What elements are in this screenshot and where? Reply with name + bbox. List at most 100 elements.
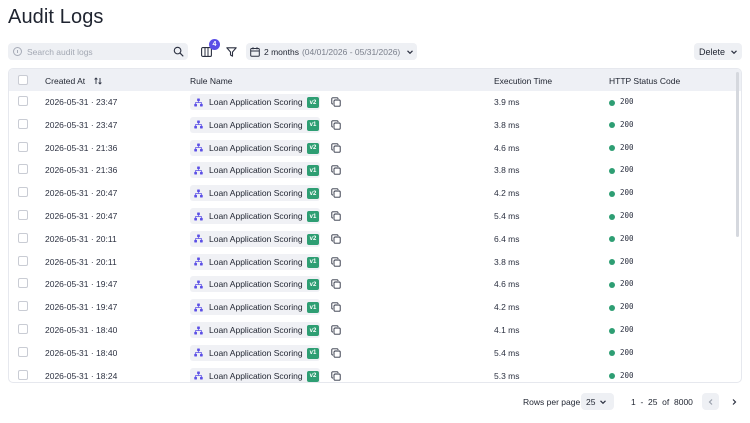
flow-icon [194,257,203,266]
delete-label: Delete [699,46,726,57]
copy-icon[interactable] [331,97,341,107]
filter-icon [225,46,237,57]
execution-time-cell: 5.4 ms [494,211,520,221]
rule-name-chip[interactable]: Loan Application Scoring [190,162,320,179]
previous-page-button[interactable] [702,393,719,410]
rule-name-chip[interactable]: Loan Application Scoring [190,230,320,247]
header-http-status[interactable]: HTTP Status Code [609,76,680,86]
rule-name-chip[interactable]: Loan Application Scoring [190,139,320,156]
flow-icon [194,303,203,312]
rule-name-chip[interactable]: Loan Application Scoring [190,299,320,316]
copy-icon[interactable] [331,211,341,221]
execution-time-cell: 4.2 ms [494,302,520,313]
rule-name-chip[interactable]: Loan Application Scoring [190,253,320,270]
version-badge: v1 [307,347,319,359]
rule-name-chip[interactable]: Loan Application Scoring [190,185,320,202]
flow-icon [194,211,203,221]
sort-icon[interactable] [93,77,102,85]
row-checkbox[interactable] [18,232,28,243]
execution-time-cell: 4.2 ms [494,188,520,199]
date-range-label: 2 months [264,46,299,57]
delete-button[interactable]: Delete [694,43,742,60]
flow-icon [194,348,203,357]
pagination: Rows per page 25 1 - 25 of 8000 [0,393,750,410]
header-execution-time[interactable]: Execution Time [494,76,552,86]
row-checkbox[interactable] [18,346,28,357]
row-checkbox[interactable] [18,278,28,289]
status-code-cell: 200 [620,233,634,243]
next-page-button[interactable] [725,393,742,410]
rule-name: Loan Application Scoring [209,279,303,290]
status-code-cell: 200 [620,142,634,152]
created-at-cell: 2026-05-31 · 20:11 [45,233,117,244]
rule-name-chip[interactable]: Loan Application Scoring [190,116,320,133]
rows-per-page-select[interactable]: 25 [581,393,614,410]
table-scrollbar[interactable] [736,72,739,237]
rule-name-chip[interactable]: Loan Application Scoring [190,276,320,293]
table-row[interactable]: 2026-05-31 · 21:36 Loan Application Scor… [9,137,741,160]
row-checkbox[interactable] [18,141,28,152]
table-row[interactable]: 2026-05-31 · 18:40 Loan Application Scor… [9,342,741,365]
created-at-cell: 2026-05-31 · 23:47 [45,97,118,107]
row-checkbox[interactable] [18,255,28,266]
copy-icon[interactable] [331,370,341,381]
table-row[interactable]: 2026-05-31 · 23:47 Loan Application Scor… [9,91,741,114]
search-icon[interactable] [173,46,184,57]
rule-name-chip[interactable]: Loan Application Scoring [190,367,320,382]
status-code-cell: 200 [620,211,634,220]
rule-name-chip[interactable]: Loan Application Scoring [190,94,320,110]
execution-time-cell: 4.1 ms [494,325,520,335]
rule-name: Loan Application Scoring [209,188,303,199]
row-checkbox[interactable] [18,210,28,220]
row-checkbox[interactable] [18,96,28,106]
row-checkbox[interactable] [18,164,28,175]
copy-icon[interactable] [331,120,341,130]
header-rule-name[interactable]: Rule Name [190,76,233,86]
date-range-picker[interactable]: 2 months (04/01/2026 - 05/31/2026) [246,43,417,60]
rule-name-chip[interactable]: Loan Application Scoring [190,208,320,224]
copy-icon[interactable] [331,279,341,290]
row-checkbox[interactable] [18,301,28,312]
flow-icon [194,166,203,175]
rule-name: Loan Application Scoring [209,347,303,358]
row-checkbox[interactable] [18,369,28,380]
copy-icon[interactable] [331,302,341,312]
row-checkbox[interactable] [18,187,28,198]
table-row[interactable]: 2026-05-31 · 20:11 Loan Application Scor… [9,228,741,251]
rule-name: Loan Application Scoring [209,302,303,313]
table-row[interactable]: 2026-05-31 · 19:47 Loan Application Scor… [9,296,741,319]
info-icon [13,47,22,56]
status-code-cell: 200 [620,279,634,289]
header-created-at[interactable]: Created At [45,76,102,86]
search-box[interactable] [8,43,188,60]
row-checkbox[interactable] [18,324,28,334]
row-checkbox[interactable] [18,118,28,129]
table-row[interactable]: 2026-05-31 · 20:47 Loan Application Scor… [9,182,741,205]
status-dot [609,145,615,152]
table-row[interactable]: 2026-05-31 · 21:36 Loan Application Scor… [9,159,741,182]
copy-icon[interactable] [331,325,341,335]
chevron-left-icon [708,398,712,405]
select-all-checkbox[interactable] [18,75,28,85]
rule-name-chip[interactable]: Loan Application Scoring [190,344,320,361]
flow-icon [194,325,203,335]
table-row[interactable]: 2026-05-31 · 20:47 Loan Application Scor… [9,205,741,228]
copy-icon[interactable] [331,348,341,358]
copy-icon[interactable] [331,256,341,267]
status-dot [609,122,615,129]
rule-name-chip[interactable]: Loan Application Scoring [190,322,320,338]
copy-icon[interactable] [331,142,341,153]
table-row[interactable]: 2026-05-31 · 23:47 Loan Application Scor… [9,114,741,137]
search-input[interactable] [27,46,167,57]
table-row[interactable]: 2026-05-31 · 18:40 Loan Application Scor… [9,319,741,342]
version-badge: v1 [307,119,319,131]
copy-icon[interactable] [331,165,341,176]
table-row[interactable]: 2026-05-31 · 19:47 Loan Application Scor… [9,273,741,296]
copy-icon[interactable] [331,234,341,244]
version-badge: v2 [307,233,319,245]
filter-button[interactable] [224,43,238,60]
copy-icon[interactable] [331,188,341,198]
table-row[interactable]: 2026-05-31 · 18:24 Loan Application Scor… [9,365,741,382]
table-row[interactable]: 2026-05-31 · 20:11 Loan Application Scor… [9,251,741,274]
flow-icon [194,120,203,129]
